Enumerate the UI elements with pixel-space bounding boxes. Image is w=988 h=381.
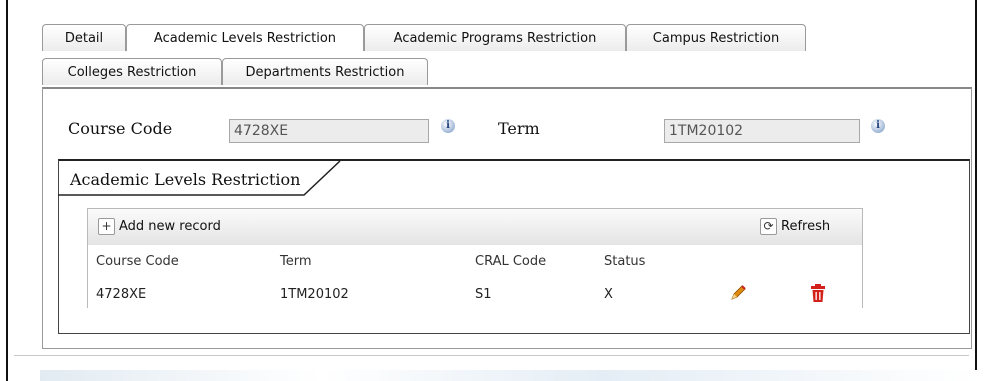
- right-window-edge: [975, 0, 977, 381]
- refresh-icon: ⟳: [760, 218, 777, 235]
- tab-label: Academic Programs Restriction: [393, 31, 597, 46]
- left-window-edge: [6, 0, 8, 381]
- column-header-status[interactable]: Status: [604, 254, 645, 269]
- grid-toolbar: + Add new record ⟳ Refresh: [88, 209, 862, 246]
- tab-label: Departments Restriction: [245, 65, 405, 80]
- section-title: Academic Levels Restriction: [70, 170, 301, 189]
- tab-label: Campus Restriction: [652, 31, 780, 46]
- tab-departments-restriction[interactable]: Departments Restriction: [222, 58, 428, 85]
- edit-pencil-icon[interactable]: [728, 283, 748, 303]
- tab-label: Detail: [64, 31, 104, 46]
- bottom-gradient-strip: [40, 370, 978, 381]
- tab-colleges-restriction[interactable]: Colleges Restriction: [42, 58, 222, 85]
- course-code-field[interactable]: [229, 119, 429, 143]
- course-code-label: Course Code: [68, 119, 173, 138]
- term-info-icon[interactable]: i: [871, 119, 885, 133]
- refresh-label: Refresh: [781, 219, 831, 234]
- add-new-record-label: Add new record: [119, 219, 221, 234]
- table-row[interactable]: 4728XE 1TM20102 S1 X: [88, 278, 862, 308]
- cell-cral-code: S1: [475, 287, 492, 302]
- column-header-term[interactable]: Term: [280, 254, 312, 269]
- tab-campus-restriction[interactable]: Campus Restriction: [626, 24, 806, 51]
- section-title-tab: Academic Levels Restriction: [58, 161, 344, 196]
- delete-trash-icon[interactable]: [809, 283, 827, 303]
- tab-label: Colleges Restriction: [67, 65, 197, 80]
- cell-status: X: [604, 287, 613, 302]
- column-header-course-code[interactable]: Course Code: [96, 254, 179, 269]
- grid-header-row: Course Code Term CRAL Code Status: [88, 245, 862, 279]
- tab-label: Academic Levels Restriction: [153, 31, 337, 46]
- column-header-cral-code[interactable]: CRAL Code: [475, 254, 546, 269]
- course-code-info-icon[interactable]: i: [441, 119, 455, 133]
- refresh-button[interactable]: ⟳ Refresh: [760, 217, 830, 237]
- plus-icon: +: [98, 218, 115, 235]
- cell-course-code: 4728XE: [96, 287, 147, 302]
- restriction-grid: + Add new record ⟳ Refresh Course Code Ter…: [87, 208, 863, 308]
- cell-term: 1TM20102: [280, 287, 349, 302]
- tab-academic-levels-restriction[interactable]: Academic Levels Restriction: [126, 24, 364, 51]
- term-field[interactable]: [664, 119, 860, 143]
- add-new-record-button[interactable]: + Add new record: [98, 217, 221, 237]
- tab-detail[interactable]: Detail: [42, 24, 126, 51]
- tab-academic-programs-restriction[interactable]: Academic Programs Restriction: [364, 24, 626, 51]
- term-label: Term: [498, 119, 540, 138]
